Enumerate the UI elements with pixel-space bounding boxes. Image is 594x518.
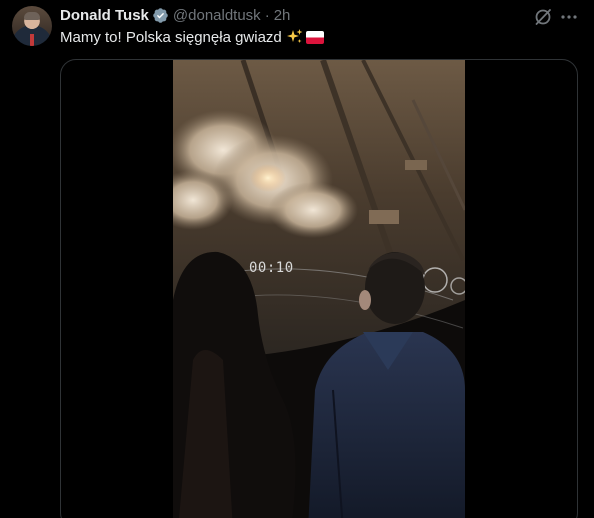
timestamp[interactable]: 2h [274,7,291,24]
tweet-text: Mamy to! Polska sięgnęła gwiazd [60,28,324,46]
verified-badge-icon[interactable] [152,7,169,24]
video-player[interactable]: 00:10 [173,60,465,518]
sparkles-icon [286,28,304,46]
tweet-header: Donald Tusk @donaldtusk · 2h [60,5,290,25]
avatar-hair [24,12,40,20]
tweet[interactable]: Donald Tusk @donaldtusk · 2h Mamy to! Po… [0,0,594,518]
separator-dot: · [264,6,270,24]
video-frame [173,60,465,518]
grok-icon[interactable] [533,7,553,27]
avatar-tie [30,34,34,46]
flag-poland-icon [305,30,324,44]
author-name[interactable]: Donald Tusk [60,7,149,24]
more-icon[interactable] [559,7,579,27]
avatar[interactable] [12,6,52,46]
media-container[interactable]: 00:10 [60,59,578,518]
tweet-body: Mamy to! Polska sięgnęła gwiazd [60,28,282,46]
author-handle[interactable]: @donaldtusk [173,7,261,24]
video-timer-overlay: 00:10 [249,260,294,276]
